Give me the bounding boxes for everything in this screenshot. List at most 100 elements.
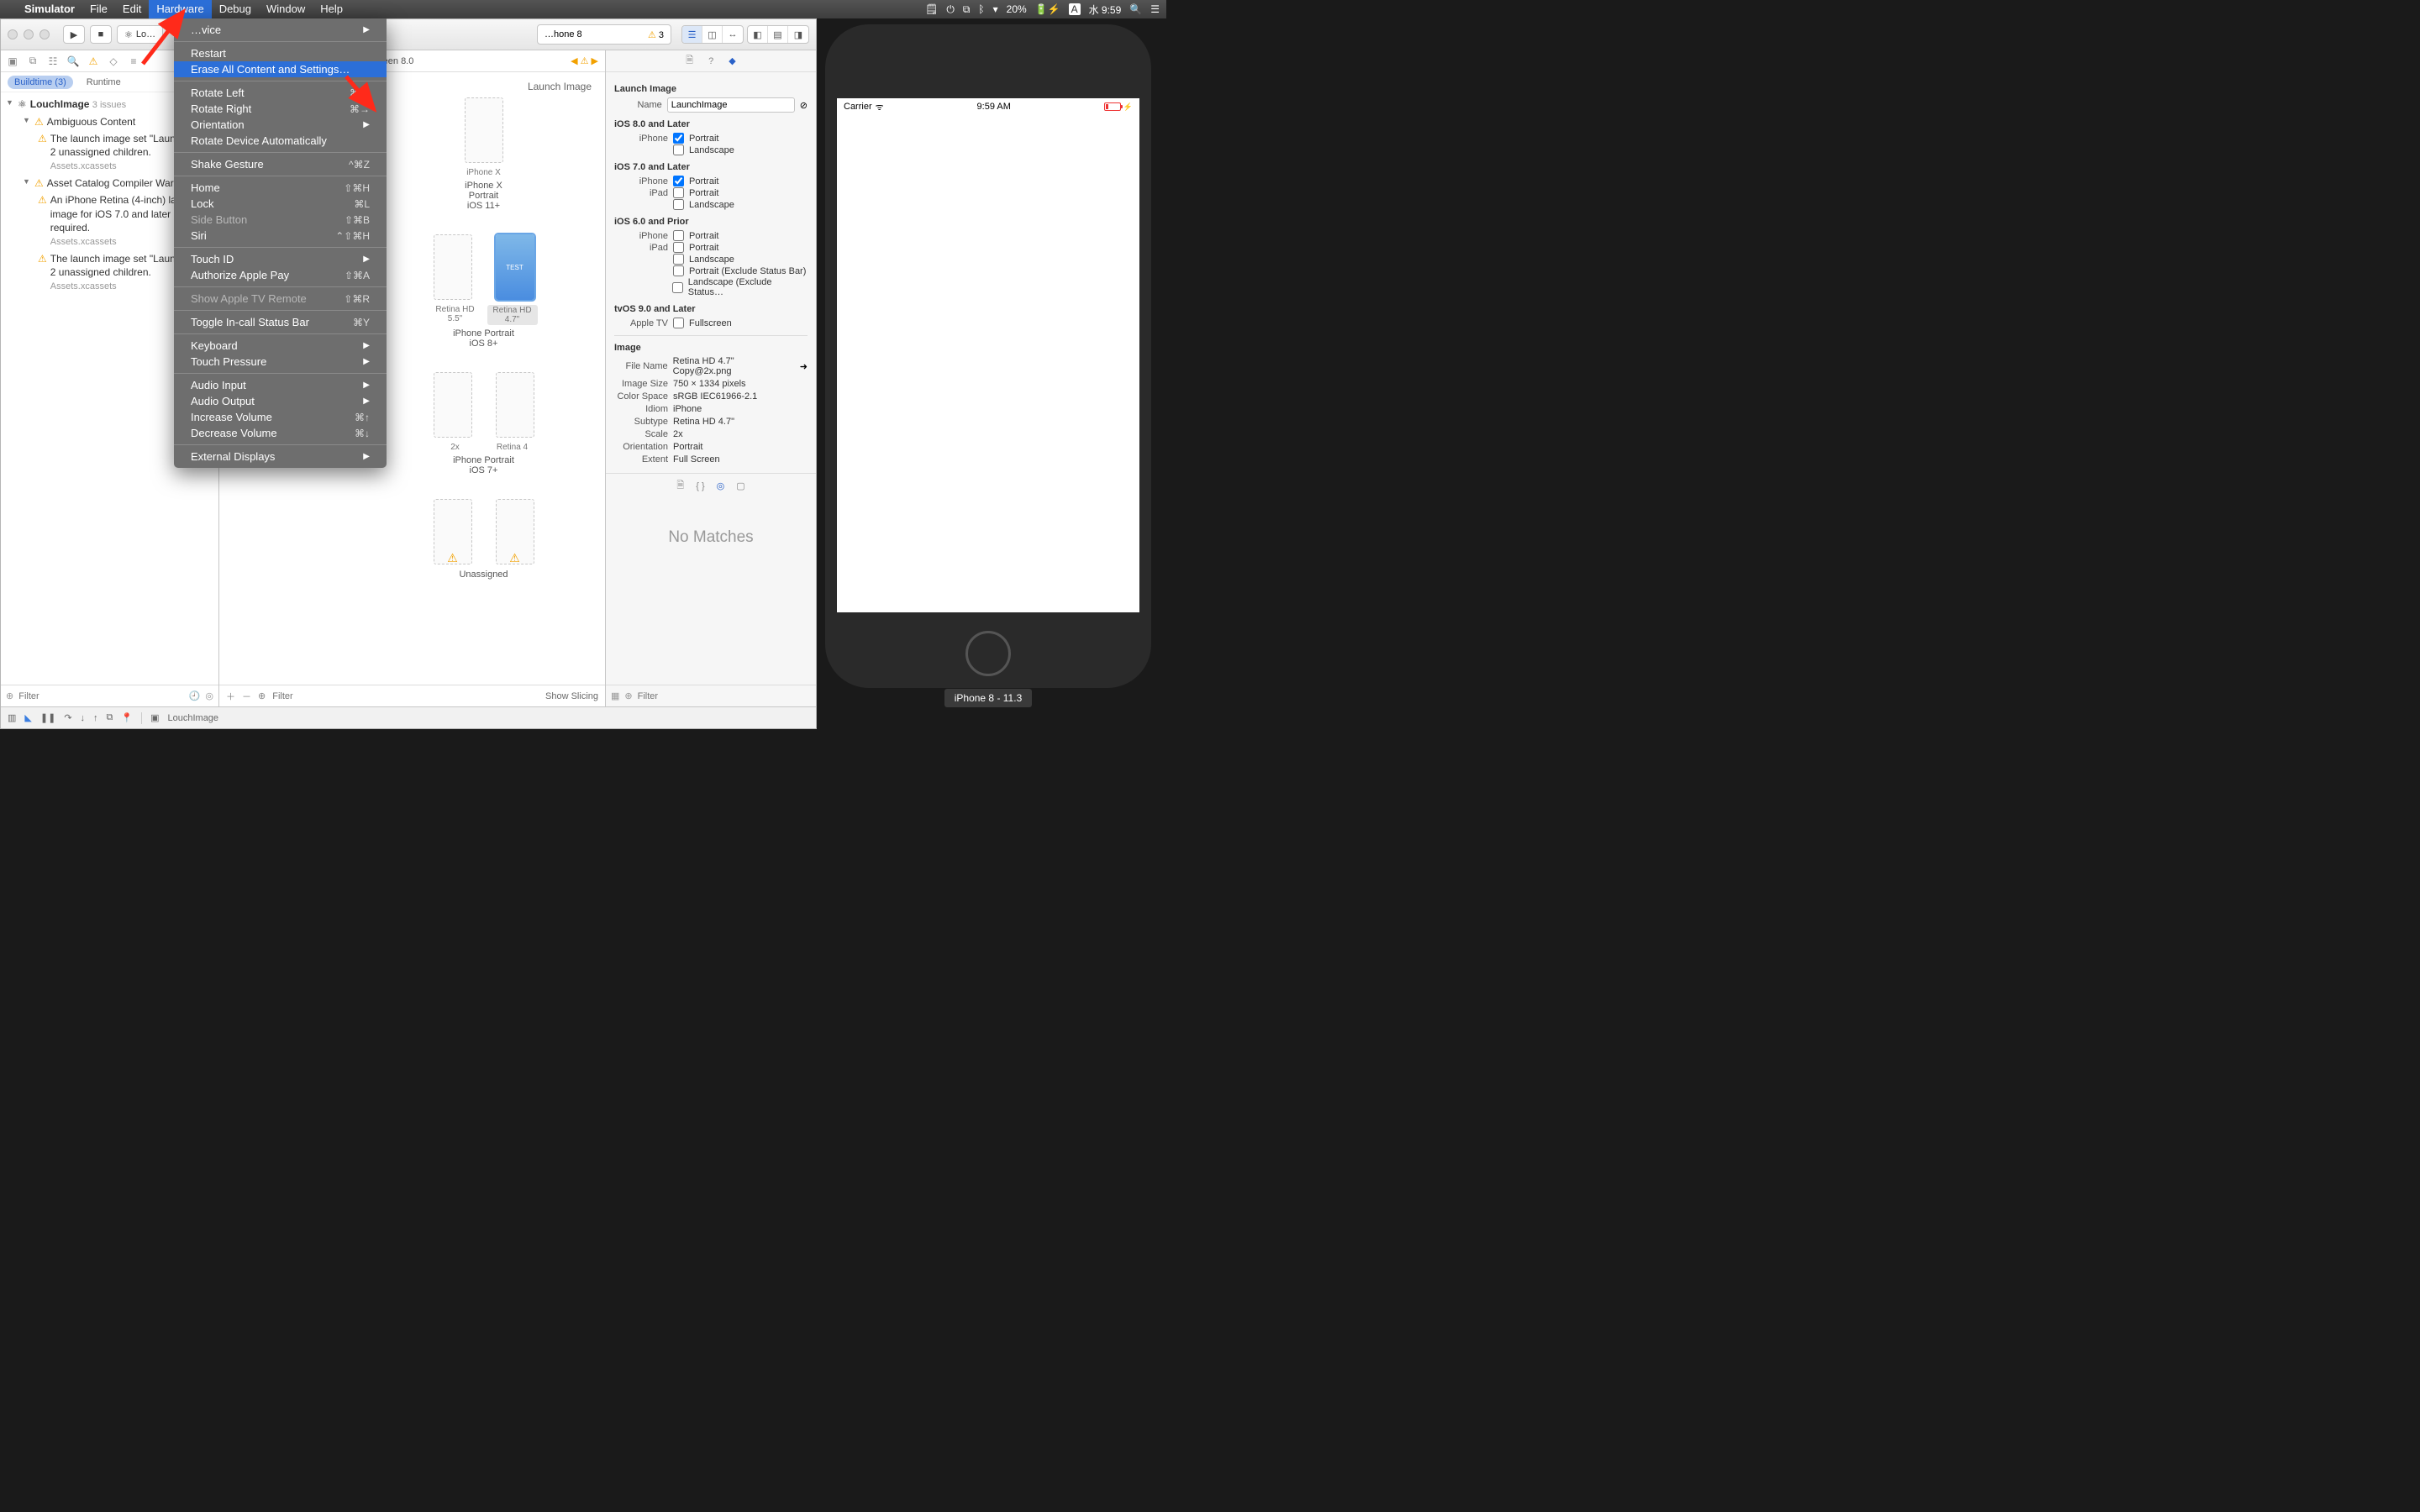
filter-icon[interactable]: ⊕ — [624, 690, 632, 701]
debug-pause-icon[interactable]: ❚❚ — [40, 712, 55, 723]
image-well[interactable] — [465, 97, 503, 163]
lib-view-icon[interactable]: ▦ — [611, 690, 619, 701]
window-traffic-lights[interactable] — [8, 29, 50, 39]
menu-item-home[interactable]: Home⇧⌘H — [174, 180, 387, 196]
debug-breakpoint-icon[interactable]: ◣ — [24, 712, 31, 723]
chk-iphone-landscape[interactable] — [673, 144, 684, 155]
chk-iphone7-portrait[interactable] — [673, 176, 684, 186]
asset-filter-input[interactable] — [272, 691, 392, 701]
app-menu[interactable]: Simulator — [17, 0, 82, 18]
inspector-tab-bar[interactable]: 🗎 ? ◆ — [606, 50, 816, 72]
navigator-filter-input[interactable] — [18, 691, 183, 701]
lib-tab-code-icon[interactable]: { } — [696, 481, 704, 491]
menu-item-rotate-right[interactable]: Rotate Right⌘→ — [174, 101, 387, 117]
remove-asset-button[interactable]: － — [242, 690, 251, 703]
chk-portrait-exclude[interactable] — [673, 265, 684, 276]
editor-mode-segment[interactable]: ☰◫↔ — [681, 25, 744, 44]
menu-item-shake[interactable]: Shake Gesture^⌘Z — [174, 156, 387, 172]
image-well[interactable] — [434, 234, 472, 300]
nav-tab-source-icon[interactable]: ⧉ — [24, 53, 41, 70]
image-well-unassigned[interactable] — [434, 499, 472, 564]
clear-icon[interactable]: ⊘ — [800, 100, 808, 111]
image-well-unassigned[interactable] — [496, 499, 534, 564]
menu-item-orientation[interactable]: Orientation▶ — [174, 117, 387, 133]
run-button[interactable]: ▶ — [63, 25, 85, 44]
status-clipboard-icon[interactable]: 🗒 — [925, 3, 938, 15]
status-sync-icon[interactable]: ⏻ — [946, 3, 955, 16]
menu-item-external-displays[interactable]: External Displays▶ — [174, 449, 387, 465]
inspector-tab-file-icon[interactable]: 🗎 — [686, 53, 693, 69]
chk-ipad6-portrait[interactable] — [673, 242, 684, 253]
name-field[interactable] — [667, 97, 795, 113]
menu-item-audio-input[interactable]: Audio Input▶ — [174, 377, 387, 393]
chk-iphone6-portrait[interactable] — [673, 230, 684, 241]
panel-visibility-segment[interactable]: ◧▤◨ — [747, 25, 809, 44]
lib-tab-object-icon[interactable]: ◎ — [717, 480, 725, 491]
menu-item-vol-down[interactable]: Decrease Volume⌘↓ — [174, 425, 387, 441]
chk-ipad6-landscape[interactable] — [673, 254, 684, 265]
library-filter-input[interactable] — [638, 691, 811, 701]
nav-tab-find-icon[interactable]: 🔍 — [65, 53, 82, 70]
status-battery-icon[interactable]: 🔋⚡ — [1035, 3, 1060, 15]
status-input-source[interactable]: A — [1069, 3, 1081, 15]
image-well-selected[interactable] — [496, 234, 534, 300]
nav-tab-test-icon[interactable]: ◇ — [105, 53, 122, 70]
menu-item-lock[interactable]: Lock⌘L — [174, 196, 387, 212]
debug-view-icon[interactable]: ⧉ — [107, 712, 113, 723]
debug-step-over-icon[interactable]: ↷ — [64, 712, 71, 723]
menu-item-restart[interactable]: Restart — [174, 45, 387, 61]
debug-step-out-icon[interactable]: ↑ — [93, 713, 98, 723]
chk-ipad7-landscape[interactable] — [673, 199, 684, 210]
nav-tab-debug-icon[interactable]: ≡ — [125, 53, 142, 70]
menu-file[interactable]: File — [82, 0, 115, 18]
nav-tab-symbol-icon[interactable]: ☷ — [45, 53, 61, 70]
nav-tab-project-icon[interactable]: ▣ — [4, 53, 21, 70]
menu-item-rotate-left[interactable]: Rotate Left⌘← — [174, 85, 387, 101]
nav-tab-issue-icon[interactable]: ⚠ — [85, 53, 102, 70]
chk-atv-full[interactable] — [673, 318, 684, 328]
jump-prev-issue-icon[interactable]: ◀ ⚠ ▶ — [571, 55, 598, 66]
menu-item-vol-up[interactable]: Increase Volume⌘↑ — [174, 409, 387, 425]
status-spotlight-icon[interactable]: 🔍 — [1129, 3, 1142, 15]
menu-item-audio-output[interactable]: Audio Output▶ — [174, 393, 387, 409]
filter-scope-icon[interactable]: ◎ — [205, 690, 213, 701]
filter-clock-icon[interactable]: 🕘 — [189, 690, 201, 701]
status-clock[interactable]: 水 9:59 — [1089, 3, 1122, 17]
menu-window[interactable]: Window — [259, 0, 313, 18]
status-wifi-icon[interactable]: ▾ — [993, 3, 998, 15]
debug-loc-icon[interactable]: 📍 — [121, 712, 133, 723]
menu-item-apple-pay[interactable]: Authorize Apple Pay⇧⌘A — [174, 267, 387, 283]
menu-hardware[interactable]: Hardware — [149, 0, 211, 18]
chk-ipad7-portrait[interactable] — [673, 187, 684, 198]
lib-tab-media-icon[interactable]: ▢ — [736, 480, 744, 491]
status-dropbox-icon[interactable]: ⧉ — [963, 3, 971, 16]
simulator-home-button[interactable] — [965, 631, 1011, 676]
menu-item-erase-all[interactable]: Erase All Content and Settings… — [174, 61, 387, 77]
scope-buildtime[interactable]: Buildtime (3) — [8, 76, 73, 89]
chk-iphone-portrait[interactable] — [673, 133, 684, 144]
simulator-screen[interactable]: Carrier ᯤ 9:59 AM ⚡ — [837, 98, 1139, 612]
menu-item-siri[interactable]: Siri⌃⇧⌘H — [174, 228, 387, 244]
reveal-icon[interactable]: ➜ — [800, 361, 808, 372]
menu-item-rotate-auto[interactable]: Rotate Device Automatically — [174, 133, 387, 149]
menu-item-touch-pressure[interactable]: Touch Pressure▶ — [174, 354, 387, 370]
status-bluetooth-icon[interactable]: ᛒ — [978, 3, 984, 15]
debug-hide-icon[interactable]: ▥ — [8, 712, 16, 723]
menu-edit[interactable]: Edit — [115, 0, 149, 18]
show-slicing-button[interactable]: Show Slicing — [545, 691, 598, 701]
stop-button[interactable]: ■ — [90, 25, 112, 44]
menu-debug[interactable]: Debug — [212, 0, 259, 18]
inspector-tab-help-icon[interactable]: ? — [708, 56, 713, 66]
image-well[interactable] — [434, 372, 472, 438]
add-asset-button[interactable]: ＋ — [226, 690, 235, 703]
inspector-tab-attributes-icon[interactable]: ◆ — [729, 55, 735, 66]
scope-runtime[interactable]: Runtime — [80, 76, 128, 89]
chk-landscape-exclude[interactable] — [672, 282, 683, 293]
menu-item-touchid[interactable]: Touch ID▶ — [174, 251, 387, 267]
menu-help[interactable]: Help — [313, 0, 350, 18]
filter-icon[interactable]: ⊕ — [258, 690, 266, 701]
image-well[interactable] — [496, 372, 534, 438]
menu-item-incall[interactable]: Toggle In-call Status Bar⌘Y — [174, 314, 387, 330]
menu-item-keyboard[interactable]: Keyboard▶ — [174, 338, 387, 354]
debug-step-in-icon[interactable]: ↓ — [81, 713, 86, 723]
